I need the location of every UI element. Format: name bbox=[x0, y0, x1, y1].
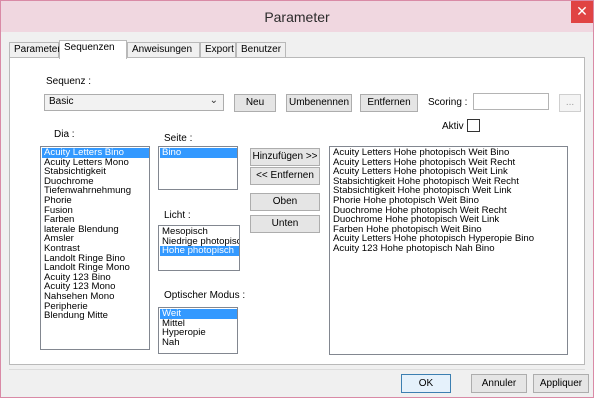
tab-parameter[interactable]: Parameter bbox=[9, 42, 61, 58]
scoring-browse-button[interactable]: ... bbox=[559, 94, 581, 112]
sequenzen-panel: Sequenz : Basic ⌄ Neu Umbenennen Entfern… bbox=[9, 57, 585, 365]
dia-listbox[interactable]: Acuity Letters Bino Acuity Letters Mono … bbox=[40, 146, 150, 350]
list-item[interactable]: Acuity 123 Hohe photopisch Nah Bino bbox=[331, 244, 567, 254]
neu-button[interactable]: Neu bbox=[234, 94, 276, 112]
sequenz-value: Basic bbox=[49, 96, 74, 107]
dia-label: Dia : bbox=[54, 129, 75, 140]
aktiv-label: Aktiv bbox=[442, 121, 464, 132]
umbenennen-button[interactable]: Umbenennen bbox=[286, 94, 352, 112]
tab-sequenzen[interactable]: Sequenzen bbox=[59, 40, 127, 59]
tab-benutzer[interactable]: Benutzer bbox=[236, 42, 286, 58]
close-icon: ✕ bbox=[576, 3, 588, 19]
parameter-dialog: Parameter ✕ Parameter Sequenzen Anweisun… bbox=[0, 0, 594, 398]
tab-anweisungen[interactable]: Anweisungen bbox=[127, 42, 200, 58]
scoring-label: Scoring : bbox=[428, 97, 468, 108]
optischer-modus-label: Optischer Modus : bbox=[164, 290, 246, 301]
licht-label: Licht : bbox=[164, 210, 191, 221]
optischer-modus-listbox[interactable]: Weit Mittel Hyperopie Nah bbox=[158, 307, 238, 354]
list-item[interactable]: Hohe photopisch bbox=[160, 246, 239, 256]
appliquer-button[interactable]: Appliquer bbox=[533, 374, 589, 393]
ok-button[interactable]: OK bbox=[401, 374, 451, 393]
scoring-input[interactable] bbox=[473, 93, 549, 110]
seite-listbox[interactable]: Bino bbox=[158, 146, 238, 190]
entfernen-button[interactable]: << Entfernen bbox=[250, 167, 320, 185]
entfernen-sequenz-button[interactable]: Entfernen bbox=[360, 94, 418, 112]
seite-label: Seite : bbox=[164, 133, 193, 144]
oben-button[interactable]: Oben bbox=[250, 193, 320, 211]
tab-export[interactable]: Export bbox=[200, 42, 236, 58]
window-title: Parameter bbox=[264, 9, 330, 25]
hinzufuegen-button[interactable]: Hinzufügen >> bbox=[250, 148, 320, 166]
licht-listbox[interactable]: Mesopisch Niedrige photopisch Hohe photo… bbox=[158, 225, 240, 271]
chevron-down-icon: ⌄ bbox=[209, 95, 218, 106]
annuler-button[interactable]: Annuler bbox=[471, 374, 527, 393]
list-item[interactable]: Nah bbox=[160, 338, 237, 348]
sequenz-label: Sequenz : bbox=[46, 76, 92, 87]
sequenz-select[interactable]: Basic ⌄ bbox=[44, 94, 224, 111]
aktiv-checkbox[interactable] bbox=[467, 119, 480, 132]
sequence-listbox[interactable]: Acuity Letters Hohe photopisch Weit Bino… bbox=[329, 146, 568, 355]
close-button[interactable]: ✕ bbox=[571, 1, 593, 23]
footer-divider bbox=[9, 369, 585, 370]
title-bar[interactable]: Parameter ✕ bbox=[1, 1, 593, 32]
list-item[interactable]: Blendung Mitte bbox=[42, 311, 149, 321]
list-item[interactable]: Bino bbox=[160, 148, 237, 158]
unten-button[interactable]: Unten bbox=[250, 215, 320, 233]
